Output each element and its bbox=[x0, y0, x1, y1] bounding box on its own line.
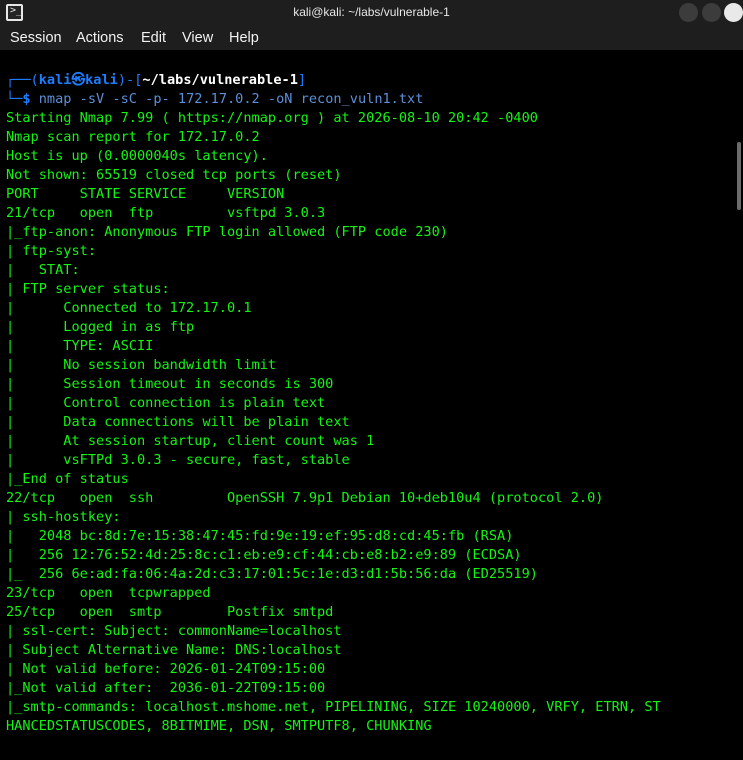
output-line: 23/tcp open tcpwrapped bbox=[6, 585, 211, 601]
output-line: | FTP server status: bbox=[6, 281, 170, 297]
menu-bar: Session Actions Edit View Help bbox=[0, 26, 743, 50]
output-line: | At session startup, client count was 1 bbox=[6, 433, 375, 449]
command-name: nmap bbox=[38, 91, 72, 107]
output-line: | vsFTPd 3.0.3 - secure, fast, stable bbox=[6, 452, 350, 468]
output-line: | STAT: bbox=[6, 262, 80, 278]
output-line: |_End of status bbox=[6, 471, 129, 487]
prompt-symbol: $ bbox=[22, 91, 31, 107]
output-line: Nmap scan report for 172.17.0.2 bbox=[6, 129, 260, 145]
output-line: | Subject Alternative Name: DNS:localhos… bbox=[6, 642, 342, 658]
output-line: | ssl-cert: Subject: commonName=localhos… bbox=[6, 623, 342, 639]
output-line: PORT STATE SERVICE VERSION bbox=[6, 186, 285, 202]
prompt-command-line: └─$ nmap -sV -sC -p- 172.17.0.2 -oN reco… bbox=[6, 91, 424, 107]
output-line: | Control connection is plain text bbox=[6, 395, 326, 411]
terminal-window: >_ kali@kali: ~/labs/vulnerable-1 Sessio… bbox=[0, 0, 743, 760]
output-line: | ftp-syst: bbox=[6, 243, 97, 259]
output-line: |_ftp-anon: Anonymous FTP login allowed … bbox=[6, 224, 448, 240]
menu-edit[interactable]: Edit bbox=[141, 26, 166, 50]
prompt-at-symbol: ㉿ bbox=[71, 72, 86, 88]
menu-help[interactable]: Help bbox=[229, 26, 259, 50]
close-icon[interactable] bbox=[724, 3, 743, 22]
maximize-icon[interactable] bbox=[702, 3, 721, 22]
output-line: Not shown: 65519 closed tcp ports (reset… bbox=[6, 167, 342, 183]
output-line: | Connected to 172.17.0.1 bbox=[6, 300, 252, 316]
output-line: 25/tcp open smtp Postfix smtpd bbox=[6, 604, 334, 620]
output-line: Starting Nmap 7.99 ( https://nmap.org ) … bbox=[6, 110, 538, 126]
output-line: | No session bandwidth limit bbox=[6, 357, 277, 373]
command-arguments: -sV -sC -p- 172.17.0.2 -oN recon_vuln1.t… bbox=[71, 91, 424, 107]
scrollbar[interactable] bbox=[737, 142, 741, 210]
menu-actions[interactable]: Actions bbox=[76, 26, 124, 50]
output-line: | Data connections will be plain text bbox=[6, 414, 350, 430]
window-title: kali@kali: ~/labs/vulnerable-1 bbox=[293, 5, 450, 19]
output-line: Host is up (0.0000040s latency). bbox=[6, 148, 268, 164]
title-bar[interactable]: >_ kali@kali: ~/labs/vulnerable-1 bbox=[0, 0, 743, 26]
output-line: | TYPE: ASCII bbox=[6, 338, 154, 354]
output-line: |_smtp-commands: localhost.mshome.net, P… bbox=[6, 699, 661, 715]
menu-session[interactable]: Session bbox=[10, 26, 62, 50]
output-line: |_Not valid after: 2036-01-22T09:15:00 bbox=[6, 680, 326, 696]
terminal-output[interactable]: ┌──(kali㉿kali)-[~/labs/vulnerable-1] └─$… bbox=[0, 50, 735, 760]
output-line: | 256 12:76:52:4d:25:8c:c1:eb:e9:cf:44:c… bbox=[6, 547, 522, 563]
output-line: 21/tcp open ftp vsftpd 3.0.3 bbox=[6, 205, 326, 221]
prompt-path: ~/labs/vulnerable-1 bbox=[142, 72, 298, 88]
output-line: HANCEDSTATUSCODES, 8BITMIME, DSN, SMTPUT… bbox=[6, 718, 432, 734]
minimize-icon[interactable] bbox=[679, 3, 698, 22]
output-line: | 2048 bc:8d:7e:15:38:47:45:fd:9e:19:ef:… bbox=[6, 528, 514, 544]
output-line: 22/tcp open ssh OpenSSH 7.9p1 Debian 10+… bbox=[6, 490, 604, 506]
prompt-header: ┌──(kali㉿kali)-[~/labs/vulnerable-1] bbox=[6, 72, 307, 88]
output-line: | ssh-hostkey: bbox=[6, 509, 121, 525]
menu-view[interactable]: View bbox=[182, 26, 213, 50]
output-line: | Logged in as ftp bbox=[6, 319, 195, 335]
output-line: | Session timeout in seconds is 300 bbox=[6, 376, 334, 392]
output-line: | Not valid before: 2026-01-24T09:15:00 bbox=[6, 661, 326, 677]
prompt-user: kali bbox=[38, 72, 72, 88]
output-line: |_ 256 6e:ad:fa:06:4a:2d:c3:17:01:5c:1e:… bbox=[6, 566, 538, 582]
prompt-host: kali bbox=[85, 72, 118, 88]
